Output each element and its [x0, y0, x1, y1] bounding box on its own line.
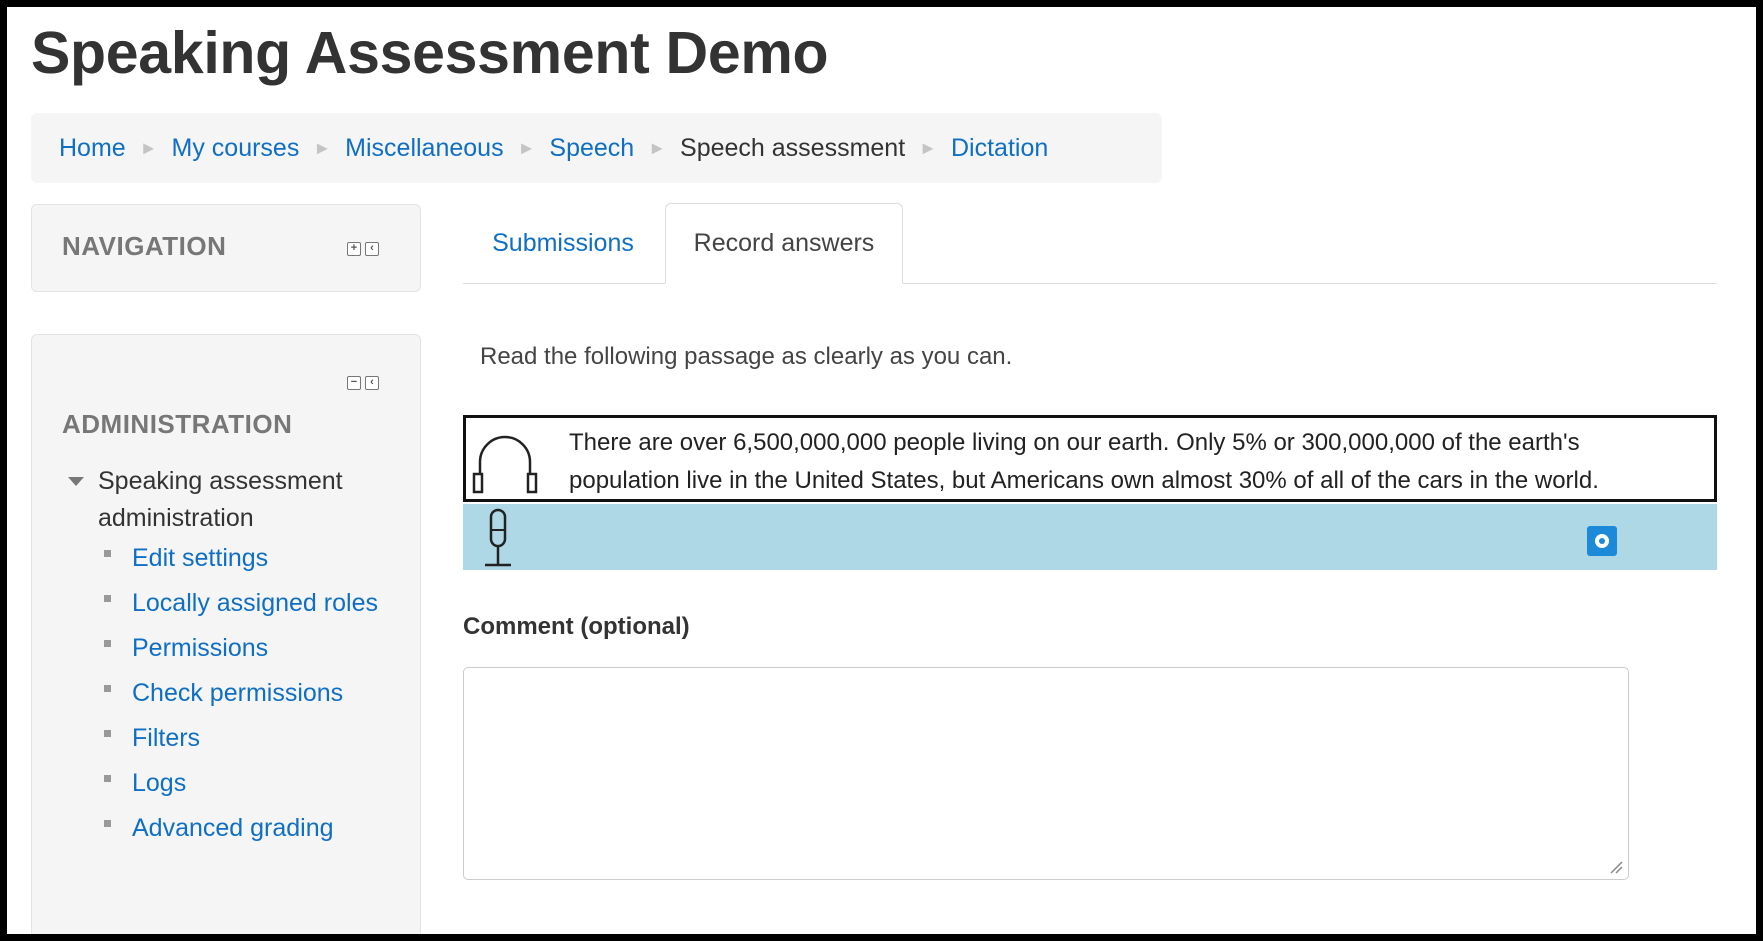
bullet-icon [104, 685, 111, 692]
instruction-text: Read the following passage as clearly as… [480, 343, 1013, 370]
bullet-icon [104, 730, 111, 737]
passage-text: There are over 6,500,000,000 people livi… [569, 424, 1709, 500]
admin-item: Permissions [98, 630, 402, 667]
breadcrumb-separator: ► [517, 137, 536, 158]
breadcrumb-separator: ► [139, 137, 158, 158]
admin-item: Logs [98, 765, 402, 802]
passage-line-2: population live in the United States, bu… [569, 467, 1599, 494]
advanced-grading-link[interactable]: Advanced grading [132, 814, 334, 842]
bullet-icon [104, 595, 111, 602]
admin-item: Filters [98, 720, 402, 757]
expanded-arrow-icon [68, 477, 84, 486]
check-permissions-link[interactable]: Check permissions [132, 679, 343, 707]
tab-record-answers[interactable]: Record answers [665, 203, 903, 284]
breadcrumb-miscellaneous[interactable]: Miscellaneous [345, 134, 503, 163]
breadcrumb-dictation[interactable]: Dictation [951, 134, 1048, 163]
page-frame: Speaking Assessment Demo Home ► My cours… [7, 7, 1756, 934]
admin-item: Edit settings [98, 540, 402, 577]
tree-section-speaking-assessment[interactable]: Speaking assessment administration [62, 463, 402, 537]
tab-submissions[interactable]: Submissions [463, 203, 663, 283]
headphone-icon[interactable] [470, 430, 540, 501]
administration-block-title: ADMINISTRATION [62, 409, 293, 439]
record-button[interactable] [1587, 526, 1617, 556]
admin-items-list: Edit settings Locally assigned roles Per… [62, 540, 402, 847]
administration-block: − ‹ ADMINISTRATION Speaking assessment a… [31, 334, 421, 934]
admin-item: Check permissions [98, 675, 402, 712]
tree-section-label: Speaking assessment administration [98, 467, 343, 532]
admin-item: Advanced grading [98, 810, 402, 847]
breadcrumb-speech-assessment: Speech assessment [680, 133, 906, 162]
passage-box: There are over 6,500,000,000 people livi… [463, 415, 1717, 502]
breadcrumb-separator: ► [648, 137, 667, 158]
recorder-bar [463, 504, 1717, 570]
comment-label: Comment (optional) [463, 613, 690, 640]
bullet-icon [104, 640, 111, 647]
administration-tree: Speaking assessment administration Edit … [62, 463, 402, 855]
comment-textarea[interactable] [463, 667, 1629, 880]
edit-settings-link[interactable]: Edit settings [132, 544, 268, 572]
logs-link[interactable]: Logs [132, 769, 186, 797]
breadcrumb-my-courses[interactable]: My courses [172, 134, 300, 163]
admin-item: Locally assigned roles [98, 585, 402, 622]
bullet-icon [104, 820, 111, 827]
breadcrumb-speech[interactable]: Speech [549, 134, 634, 163]
breadcrumb-home[interactable]: Home [59, 134, 126, 163]
breadcrumb: Home ► My courses ► Miscellaneous ► Spee… [31, 113, 1162, 183]
record-icon [1595, 534, 1609, 548]
page-title: Speaking Assessment Demo [31, 20, 829, 86]
tab-bar: Submissions Record answers [463, 203, 1717, 284]
breadcrumb-separator: ► [919, 137, 937, 158]
dock-add-icon[interactable]: + [347, 242, 361, 256]
filters-link[interactable]: Filters [132, 724, 200, 752]
passage-line-1: There are over 6,500,000,000 people livi… [569, 429, 1580, 456]
permissions-link[interactable]: Permissions [132, 634, 268, 662]
collapse-left-icon[interactable]: ‹ [365, 376, 379, 390]
minimize-icon[interactable]: − [347, 376, 361, 390]
microphone-icon [479, 508, 519, 573]
resize-grip-icon[interactable] [1609, 860, 1623, 879]
breadcrumb-separator: ► [313, 137, 332, 158]
locally-assigned-roles-link[interactable]: Locally assigned roles [132, 589, 378, 617]
collapse-left-icon[interactable]: ‹ [365, 242, 379, 256]
bullet-icon [104, 775, 111, 782]
navigation-block: NAVIGATION + ‹ [31, 204, 421, 292]
navigation-block-title: NAVIGATION [62, 231, 227, 261]
bullet-icon [104, 550, 111, 557]
